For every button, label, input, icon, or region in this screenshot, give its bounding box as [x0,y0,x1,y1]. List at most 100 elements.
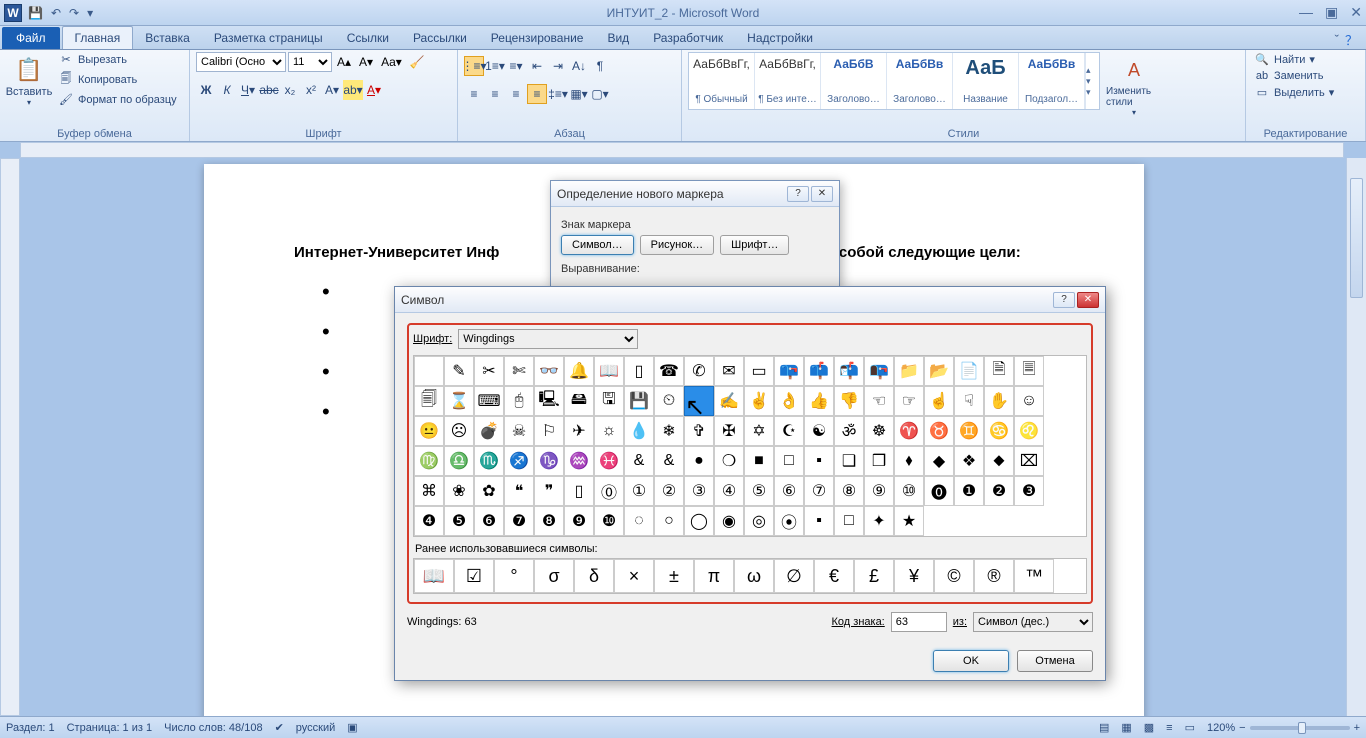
styles-gallery[interactable]: АаБбВвГг,¶ Обычный АаБбВвГг,¶ Без инте… … [688,52,1100,110]
symbol-cell[interactable]: ⌨ [474,386,504,416]
symbol-cell[interactable]: ④ [714,476,744,506]
recent-symbol-cell[interactable]: ® [974,559,1014,593]
symbol-cell[interactable]: ☪ [774,416,804,446]
symbol-cell[interactable]: 🖰 [504,386,534,416]
symbol-cell[interactable]: ★ [894,506,924,536]
format-painter-button[interactable]: 🖌Формат по образцу [56,92,179,107]
symbol-cell[interactable]: ☸ [864,416,894,446]
symbol-cell[interactable]: ॐ [834,416,864,446]
symbol-cell[interactable]: ✋ [984,386,1014,416]
gallery-more-icon[interactable]: ▾ [1086,87,1099,98]
tab-developer[interactable]: Разработчик [641,27,735,49]
proofing-icon[interactable]: ✔ [275,721,284,734]
symbol-cell[interactable]: 🗐 [414,386,444,416]
symbol-cell[interactable]: □ [774,446,804,476]
symbol-cell[interactable]: ♈ [894,416,924,446]
symbol-cell[interactable]: ▪ [804,506,834,536]
symbol-cell[interactable]: ✦ [864,506,894,536]
symbol-cell[interactable]: ☜ [864,386,894,416]
font-name-select[interactable]: Calibri (Осно [196,52,286,72]
tab-mailings[interactable]: Рассылки [401,27,479,49]
recent-symbol-cell[interactable]: ™ [1014,559,1054,593]
file-tab[interactable]: Файл [2,27,60,49]
symbol-cell[interactable]: ♌ [1014,416,1044,446]
tab-insert[interactable]: Вставка [133,27,202,49]
symbol-cell[interactable]: ❑ [834,446,864,476]
font-select[interactable]: Wingdings [458,329,638,349]
symbol-cell[interactable]: 💣 [474,416,504,446]
macro-icon[interactable]: ▣ [347,721,357,734]
highlight-icon[interactable]: ab▾ [343,80,363,100]
decrease-indent-icon[interactable]: ⇤ [527,56,547,76]
symbol-cell[interactable]: ② [654,476,684,506]
restore-icon[interactable]: ▣ [1325,4,1338,21]
cut-button[interactable]: ✂Вырезать [56,52,179,67]
symbol-cell[interactable]: ⏲ [654,386,684,416]
symbol-cell[interactable]: ⬥ [984,446,1014,476]
grow-font-icon[interactable]: A▴ [334,55,354,69]
symbol-cell[interactable]: ♎ [444,446,474,476]
status-page[interactable]: Страница: 1 из 1 [67,722,153,734]
symbol-cell[interactable]: ◎ [744,506,774,536]
symbol-cell[interactable]: ⑥ [774,476,804,506]
symbol-cell[interactable]: ☠ [504,416,534,446]
symbol-cell[interactable]: ⦿ [774,506,804,536]
italic-button[interactable]: К [217,80,237,100]
symbol-cell[interactable]: 👍 [804,386,834,416]
tab-addins[interactable]: Надстройки [735,27,825,49]
symbol-cell[interactable]: ⑨ [864,476,894,506]
minimize-ribbon-icon[interactable]: ˇ [1335,32,1339,47]
symbol-cell[interactable]: 👓 [534,356,564,386]
minimize-icon[interactable]: — [1299,4,1313,21]
recent-symbol-cell[interactable]: × [614,559,654,593]
recent-symbol-cell[interactable]: € [814,559,854,593]
symbol-cell[interactable]: ⌧ [1014,446,1044,476]
symbol-cell[interactable]: ❿ [594,506,624,536]
symbol-cell[interactable]: 📫 [804,356,834,386]
recent-symbol-cell[interactable]: ω [734,559,774,593]
symbol-cell[interactable]: ❍ [714,446,744,476]
symbol-cell[interactable]: ☟ [954,386,984,416]
recent-symbol-cell[interactable]: π [694,559,734,593]
zoom-out-icon[interactable]: − [1239,722,1245,734]
recent-symbol-cell[interactable]: ± [654,559,694,593]
symbol-cell[interactable]: ▯ [564,476,594,506]
borders-icon[interactable]: ▢▾ [590,84,610,104]
symbol-cell[interactable]: ✿ [474,476,504,506]
help-icon[interactable]: ？ [1345,30,1358,49]
replace-button[interactable]: abЗаменить [1252,69,1336,83]
increase-indent-icon[interactable]: ⇥ [548,56,568,76]
ok-button[interactable]: OK [933,650,1009,672]
vertical-ruler[interactable] [0,158,20,716]
symbol-cell[interactable]: ✉ [714,356,744,386]
symbol-cell[interactable]: ◯ [684,506,714,536]
strike-button[interactable]: abc [259,80,279,100]
scrollbar-thumb[interactable] [1350,178,1363,298]
symbol-cell[interactable]: ✄ [504,356,534,386]
symbol-cell[interactable]: ❖ [954,446,984,476]
symbol-cell[interactable]: ③ [684,476,714,506]
symbol-grid[interactable]: ✎✂✄👓🔔📖▯☎✆✉▭📪📫📬📭📁📂📄🗎🗏🗐⌛⌨🖰🖳🖴🖫💾⏲ ✍✌👌👍👎☜☞☝☟✋… [413,355,1087,537]
symbol-cell[interactable]: ✠ [714,416,744,446]
symbol-cell[interactable]: ◌ [624,506,654,536]
shading-icon[interactable]: ▦▾ [569,84,589,104]
symbol-cell[interactable]: ❻ [474,506,504,536]
font-button[interactable]: Шрифт… [720,235,789,255]
symbol-cell[interactable]: ■ [744,446,774,476]
symbol-cell[interactable]: ☯ [804,416,834,446]
symbol-cell[interactable]: 😐 [414,416,444,446]
numbering-button[interactable]: 1≡▾ [485,56,505,76]
recent-symbol-cell[interactable]: ¥ [894,559,934,593]
text-effects-icon[interactable]: A▾ [322,80,342,100]
symbol-cell[interactable]: 📖 [594,356,624,386]
symbol-cell[interactable]: ☎ [654,356,684,386]
symbol-cell[interactable]: & [624,446,654,476]
symbol-cell[interactable]: ✆ [684,356,714,386]
bold-button[interactable]: Ж [196,80,216,100]
tab-home[interactable]: Главная [62,26,134,49]
symbol-cell[interactable]: ✈ [564,416,594,446]
symbol-cell[interactable]: ❽ [534,506,564,536]
zoom-level[interactable]: 120% [1207,722,1235,734]
symbol-cell[interactable]: ✂ [474,356,504,386]
recent-symbols-grid[interactable]: 📖☑°σδ×±πω∅€£¥©®™ [413,558,1087,594]
